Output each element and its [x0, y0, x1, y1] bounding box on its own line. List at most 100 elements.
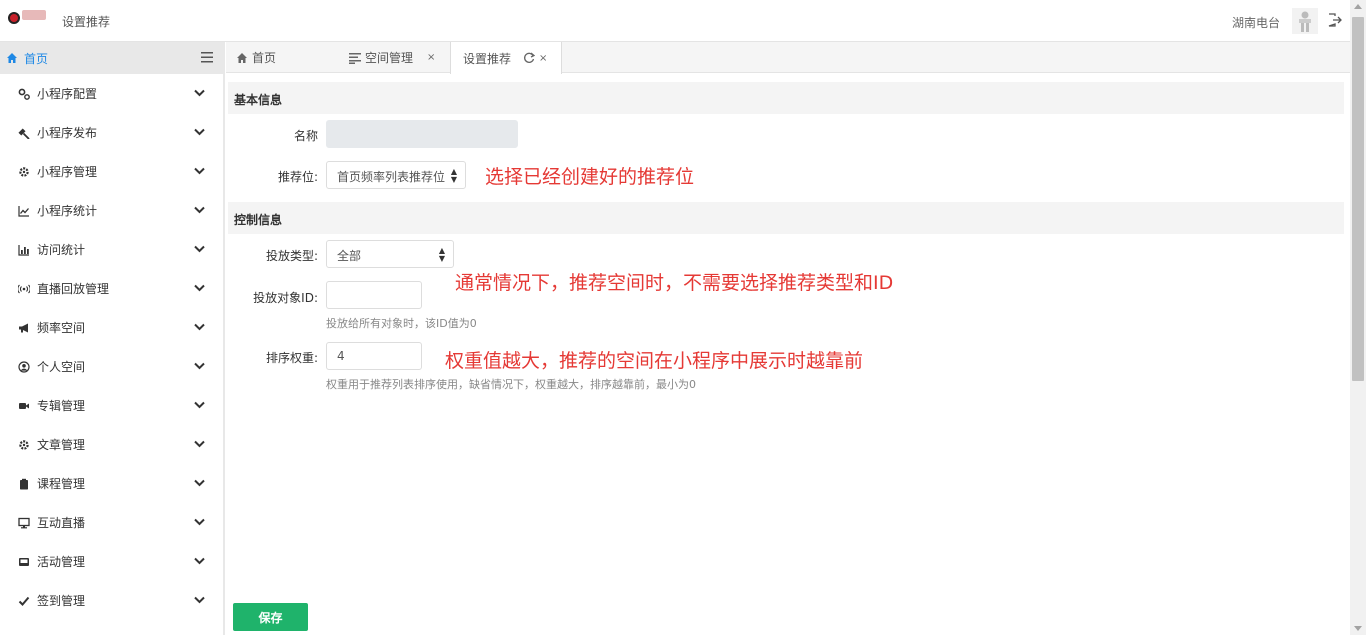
sidebar-item[interactable]: 小程序统计 [0, 191, 223, 230]
logout-icon[interactable] [1328, 13, 1342, 27]
sidebar-item-label: 课程管理 [37, 477, 86, 491]
type-label: 投放类型: [265, 249, 318, 263]
sidebar-item[interactable]: 小程序管理 [0, 152, 223, 191]
weight-annotation: 权重值越大，推荐的空间在小程序中展示时越靠前 [445, 350, 864, 372]
chevron-down-icon[interactable] [194, 401, 205, 409]
sidebar-item[interactable]: 小程序配置 [0, 74, 223, 113]
sidebar-item[interactable]: 课程管理 [0, 464, 223, 503]
position-label: 推荐位: [277, 170, 318, 184]
select-arrows-icon: ▲ ▼ [438, 246, 445, 263]
sidebar-item-label: 小程序管理 [37, 165, 98, 179]
sidebar-item-label: 小程序发布 [37, 126, 98, 140]
sidebar-item-label: 直播回放管理 [37, 282, 110, 296]
target-id-label: 投放对象ID: [253, 291, 318, 305]
weight-label: 排序权重: [265, 351, 318, 365]
weight-input[interactable]: 4 [326, 342, 422, 370]
type-select[interactable]: 全部 ▲ ▼ [326, 240, 454, 268]
section-control-info: 控制信息 [228, 202, 1344, 234]
avatar[interactable] [1292, 8, 1318, 34]
gears-icon [18, 88, 30, 100]
home-icon [7, 53, 17, 63]
chevron-down-icon[interactable] [194, 128, 205, 136]
gear-icon [18, 166, 30, 178]
gavel-icon [18, 127, 30, 139]
clipboard-icon [18, 478, 30, 490]
tab-label: 首页 [252, 51, 277, 65]
sidebar-item[interactable]: 文章管理 [0, 425, 223, 464]
chevron-down-icon[interactable] [194, 245, 205, 253]
sidebar-item-label: 活动管理 [37, 555, 86, 569]
sidebar-item-label: 个人空间 [37, 360, 86, 374]
form-content: 基本信息 名称 推荐位: 首页频率列表推荐位 ▲ ▼ 选择已经创建好的推荐位 控制… [226, 74, 1350, 635]
chevron-down-icon[interactable] [194, 284, 205, 292]
refresh-icon[interactable] [523, 52, 536, 64]
scroll-down-icon[interactable] [1354, 626, 1362, 631]
video-camera-icon [18, 400, 30, 412]
sidebar-item[interactable]: 频率空间 [0, 308, 223, 347]
tab-bar: 首页 空间管理 × 设置推荐 × [226, 42, 1350, 74]
line-chart-icon [18, 205, 30, 217]
name-field[interactable] [326, 120, 518, 148]
sidebar-item-label: 访问统计 [37, 243, 86, 257]
home-icon [237, 52, 247, 63]
sidebar-item[interactable]: 互动直播 [0, 503, 223, 542]
sidebar-item[interactable]: 活动管理 [0, 542, 223, 581]
tab-label: 设置推荐 [463, 51, 512, 66]
sidebar-item[interactable]: 个人空间 [0, 347, 223, 386]
sidebar-item[interactable]: 直播回放管理 [0, 269, 223, 308]
save-button[interactable]: 保存 [233, 603, 308, 631]
user-name[interactable]: 湖南电台 [1232, 14, 1280, 31]
gear-icon [18, 439, 30, 451]
list-icon [349, 52, 361, 64]
chevron-down-icon[interactable] [194, 323, 205, 331]
target-id-help: 投放给所有对象时，该ID值为0 [326, 317, 477, 330]
sidebar-item-label: 文章管理 [37, 438, 86, 452]
page-title: 设置推荐 [62, 15, 111, 29]
tab-space-management[interactable]: 空间管理 × [349, 42, 435, 73]
inbox-icon [18, 556, 30, 568]
section-basic-info: 基本信息 [228, 82, 1344, 114]
top-bar: 设置推荐 湖南电台 [0, 0, 1350, 42]
app-logo[interactable] [6, 8, 50, 34]
sidebar-item[interactable]: 专辑管理 [0, 386, 223, 425]
scroll-up-icon[interactable] [1354, 4, 1362, 9]
sidebar-item[interactable]: 小程序发布 [0, 113, 223, 152]
sidebar-home-label: 首页 [24, 51, 49, 66]
chevron-down-icon[interactable] [194, 518, 205, 526]
sidebar-item-label: 小程序统计 [37, 204, 98, 218]
sidebar-item-home[interactable]: 首页 [0, 42, 223, 74]
name-label: 名称 [293, 129, 318, 143]
close-icon[interactable]: × [539, 53, 547, 64]
chevron-down-icon[interactable] [194, 557, 205, 565]
sidebar: 首页 小程序配置小程序发布小程序管理小程序统计访问统计直播回放管理频率空间个人空… [0, 42, 225, 635]
check-icon [18, 595, 30, 607]
megaphone-icon [18, 322, 30, 334]
type-select-value: 全部 [337, 249, 362, 263]
sidebar-item-label: 签到管理 [37, 594, 86, 608]
chevron-down-icon[interactable] [194, 440, 205, 448]
tab-home[interactable]: 首页 [236, 42, 276, 73]
scrollbar-thumb[interactable] [1352, 17, 1364, 381]
position-select[interactable]: 首页频率列表推荐位 ▲ ▼ [326, 161, 466, 189]
sidebar-item-label: 小程序配置 [37, 87, 98, 101]
broadcast-icon [18, 283, 30, 295]
sidebar-item-label: 互动直播 [37, 516, 86, 530]
tab-set-recommend[interactable]: 设置推荐 × [450, 42, 562, 74]
type-annotation: 通常情况下，推荐空间时，不需要选择推荐类型和ID [455, 272, 894, 294]
chevron-down-icon[interactable] [194, 206, 205, 214]
chevron-down-icon[interactable] [194, 362, 205, 370]
position-select-value: 首页频率列表推荐位 [337, 170, 446, 184]
weight-help: 权重用于推荐列表排序使用，缺省情况下，权重越大，排序越靠前，最小为0 [326, 378, 696, 391]
menu-toggle-icon[interactable] [201, 52, 213, 63]
position-annotation: 选择已经创建好的推荐位 [485, 166, 695, 188]
sidebar-item[interactable]: 签到管理 [0, 581, 223, 620]
chevron-down-icon[interactable] [194, 596, 205, 604]
target-id-input[interactable] [326, 281, 422, 309]
chevron-down-icon[interactable] [194, 167, 205, 175]
close-icon[interactable]: × [427, 52, 435, 63]
sidebar-item[interactable]: 访问统计 [0, 230, 223, 269]
tab-label: 空间管理 [365, 51, 414, 65]
chevron-down-icon[interactable] [194, 89, 205, 97]
chevron-down-icon[interactable] [194, 479, 205, 487]
page-scrollbar[interactable] [1350, 0, 1366, 635]
